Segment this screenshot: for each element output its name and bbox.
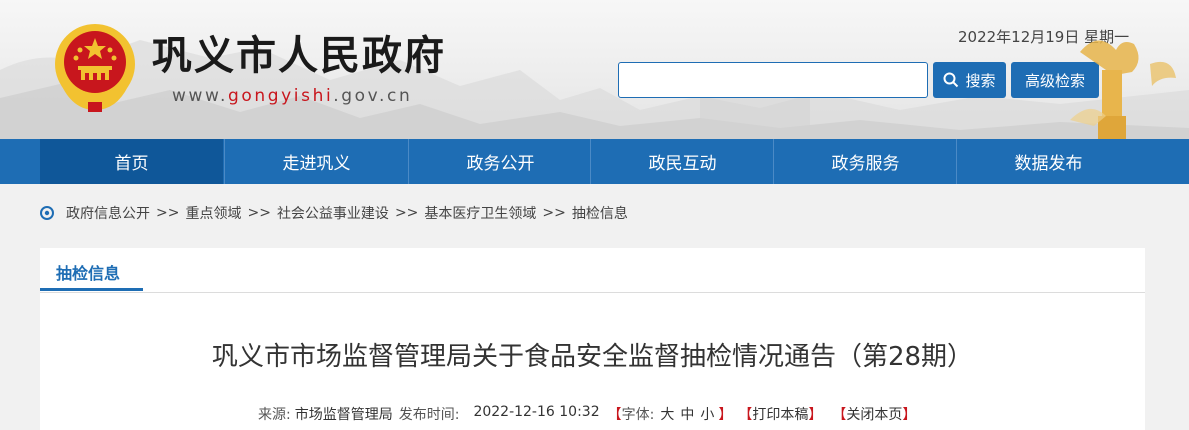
site-header: 巩义市人民政府 www.gongyishi.gov.cn 2022年12月19日… [0, 0, 1189, 139]
main-nav: 首页 走进巩义 政务公开 政民互动 政务服务 数据发布 [0, 139, 1189, 184]
article-meta: 来源: 市场监督管理局 发布时间: 2022-12-16 10:32 【 字体:… [258, 404, 916, 424]
font-size-medium-button[interactable]: 中 [680, 404, 694, 424]
nav-item-interaction[interactable]: 政民互动 [591, 139, 774, 184]
site-url-domain: gongyishi [227, 86, 334, 106]
close-page-button[interactable]: 关闭本页 [846, 404, 902, 424]
breadcrumb-separator: >> [247, 205, 271, 221]
nav-item-about[interactable]: 走进巩义 [225, 139, 408, 184]
site-url-suffix: .gov.cn [333, 86, 413, 106]
search-icon [943, 72, 959, 88]
source-value: 市场监督管理局 [294, 407, 393, 423]
breadcrumb-item-public-welfare[interactable]: 社会公益事业建设 [277, 203, 389, 223]
font-size-large-button[interactable]: 大 [660, 404, 674, 424]
font-size-label: 字体: [621, 407, 655, 423]
print-button[interactable]: 打印本稿 [752, 404, 808, 424]
publish-time-value: 2022-12-16 10:32 [473, 404, 600, 420]
breadcrumb-item-inspection[interactable]: 抽检信息 [572, 203, 628, 223]
breadcrumb-item-medical[interactable]: 基本医疗卫生领域 [424, 203, 536, 223]
print-bracket-open: 【 [738, 407, 753, 423]
print-bracket-close: 】 [808, 407, 823, 423]
site-url: www.gongyishi.gov.cn [172, 86, 412, 106]
nav-item-gov-affairs[interactable]: 政务公开 [409, 139, 592, 184]
font-size-small-button[interactable]: 小 [700, 404, 714, 424]
source-label: 来源: [258, 407, 291, 423]
nav-item-data[interactable]: 数据发布 [957, 139, 1140, 184]
content-panel: 抽检信息 巩义市市场监督管理局关于食品安全监督抽检情况通告（第28期） 来源: … [40, 248, 1145, 430]
publish-time-label: 发布时间: [398, 407, 460, 423]
search-input[interactable] [618, 62, 928, 98]
breadcrumb-item-gov-info[interactable]: 政府信息公开 [66, 203, 150, 223]
search-button[interactable]: 搜索 [933, 62, 1006, 98]
breadcrumb-item-key-areas[interactable]: 重点领域 [185, 203, 241, 223]
close-bracket-open: 【 [832, 407, 847, 423]
huabiao-decoration-icon [1070, 40, 1176, 139]
nav-item-services[interactable]: 政务服务 [774, 139, 957, 184]
national-emblem-icon [55, 24, 135, 112]
nav-item-home[interactable]: 首页 [40, 139, 223, 184]
panel-tab-label[interactable]: 抽检信息 [56, 260, 120, 284]
font-bracket-close: 】 [718, 407, 733, 423]
article-title: 巩义市市场监督管理局关于食品安全监督抽检情况通告（第28期） [211, 342, 974, 372]
breadcrumb-separator: >> [156, 205, 180, 221]
breadcrumb-separator: >> [542, 205, 566, 221]
panel-tab-header: 抽检信息 [40, 248, 1145, 293]
search-button-label: 搜索 [965, 72, 996, 90]
site-url-prefix: www. [172, 86, 228, 106]
close-bracket-close: 】 [902, 407, 917, 423]
location-icon [40, 206, 54, 220]
breadcrumb-separator: >> [394, 205, 419, 221]
site-title: 巩义市人民政府 [152, 33, 446, 79]
tab-underline [40, 288, 143, 291]
breadcrumb: 政府信息公开 >> 重点领域 >> 社会公益事业建设 >> 基本医疗卫生领域 >… [40, 202, 628, 224]
font-bracket-open: 【 [607, 407, 622, 423]
